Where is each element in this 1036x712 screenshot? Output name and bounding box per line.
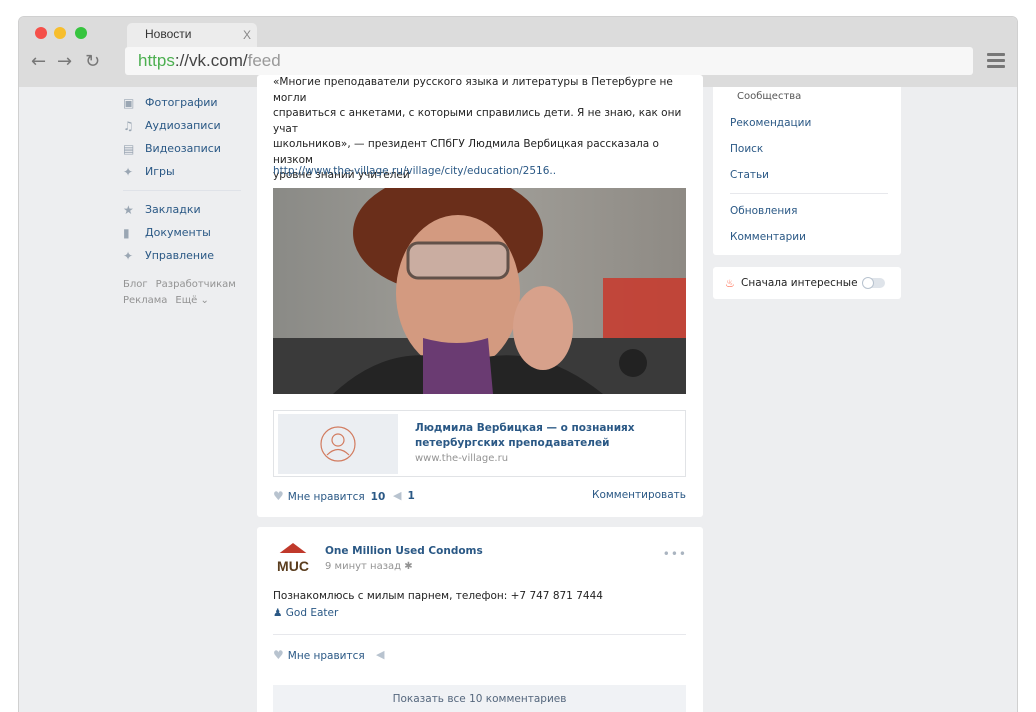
share-button[interactable]: ◀ 1	[393, 489, 415, 502]
comment-button[interactable]: Комментировать	[592, 489, 686, 501]
post-actions: ♥ Мне нравится 10 ◀ 1 Комментировать	[273, 489, 686, 505]
forward-arrow-icon[interactable]: →	[57, 51, 72, 72]
nav-item-manage[interactable]: ✦ Управление	[123, 244, 243, 267]
nav-item-label: Закладки	[145, 203, 201, 216]
nav-item-audio[interactable]: ♫ Аудиозаписи	[123, 114, 243, 137]
left-nav: ▣ Фотографии ♫ Аудиозаписи ▤ Видеозаписи…	[123, 91, 243, 309]
like-count: 10	[370, 491, 386, 503]
right-menu-item-updates[interactable]: Обновления	[730, 205, 797, 217]
signer-name: God Eater	[285, 607, 339, 619]
link-card-domain: www.the-village.ru	[415, 453, 509, 464]
address-bar[interactable]: https://vk.com/feed	[125, 47, 973, 75]
flame-icon: ♨	[725, 277, 735, 290]
nav-item-label: Игры	[145, 165, 175, 178]
megaphone-icon: ◀	[393, 489, 402, 502]
like-button[interactable]: ♥ Мне нравится	[273, 648, 365, 662]
tab-close-icon[interactable]: X	[243, 28, 251, 42]
camera-icon: ▣	[123, 95, 135, 110]
avatar-text: MUC	[277, 558, 309, 574]
interesting-first-toggle-row[interactable]: ♨ Сначала интересные	[713, 267, 901, 299]
nav-item-documents[interactable]: ▮ Документы	[123, 221, 243, 244]
link-card-thumbnail	[278, 414, 398, 474]
author-avatar[interactable]: MUC	[273, 541, 313, 579]
post-time-label: 9 минут назад	[325, 561, 402, 572]
nav-item-label: Видеозаписи	[145, 142, 221, 155]
nav-item-label: Управление	[145, 249, 215, 262]
video-icon: ▤	[123, 141, 135, 156]
like-button[interactable]: ♥ Мне нравится 10	[273, 489, 385, 503]
post-text: Познакомлюсь с милым парнем, телефон: +7…	[273, 590, 603, 602]
right-menu-item-communities[interactable]: Сообщества	[737, 91, 801, 102]
like-label: Мне нравится	[287, 491, 365, 503]
document-icon: ▮	[123, 225, 130, 240]
post-actions: ♥ Мне нравится ◀	[273, 648, 686, 664]
more-options-icon[interactable]: •••	[663, 547, 687, 561]
share-button[interactable]: ◀	[376, 648, 390, 661]
footer-link-ads[interactable]: Реклама	[123, 295, 167, 306]
reload-icon[interactable]: ↻	[85, 51, 100, 72]
close-window-button[interactable]	[35, 27, 47, 39]
post-link[interactable]: http://www.the-village.ru/village/city/e…	[273, 164, 693, 180]
right-menu-divider	[730, 193, 888, 194]
nav-item-label: Фотографии	[145, 96, 218, 109]
footer-link-developers[interactable]: Разработчикам	[156, 279, 236, 290]
nav-item-video[interactable]: ▤ Видеозаписи	[123, 137, 243, 160]
post-divider	[273, 634, 686, 635]
heart-icon: ♥	[273, 648, 284, 662]
toggle-knob	[862, 277, 874, 289]
show-all-comments-button[interactable]: Показать все 10 комментариев	[273, 685, 686, 712]
right-menu-item-search[interactable]: Поиск	[730, 143, 763, 155]
link-card[interactable]: Людмила Вербицкая — о познаниях петербур…	[273, 410, 686, 477]
feed-post: «Многие преподаватели русского языка и л…	[257, 75, 703, 517]
interesting-first-toggle[interactable]	[862, 277, 885, 289]
feed-post: MUC One Million Used Condoms 9 минут наз…	[257, 527, 703, 712]
footer-link-more[interactable]: Ещё ⌄	[175, 295, 208, 306]
user-icon: ♟	[273, 607, 286, 619]
toggle-label: Сначала интересные	[741, 277, 858, 289]
post-author[interactable]: One Million Used Condoms	[325, 545, 483, 557]
post-signer[interactable]: ♟ God Eater	[273, 607, 338, 619]
post-text-line: справиться с анкетами, с которыми справи…	[273, 107, 682, 135]
link-card-title[interactable]: Людмила Вербицкая — о познаниях петербур…	[415, 421, 680, 451]
right-menu-item-articles[interactable]: Статьи	[730, 169, 769, 181]
megaphone-icon: ◀	[376, 648, 385, 661]
footer-links: Блог Разработчикам Реклама Ещё ⌄	[123, 277, 243, 309]
gamepad-icon: ✦	[123, 164, 134, 179]
tab-title: Новости	[145, 27, 192, 41]
nav-item-games[interactable]: ✦ Игры	[123, 160, 243, 183]
post-photo[interactable]	[273, 188, 686, 394]
right-menu: Сообщества Рекомендации Поиск Статьи Обн…	[713, 87, 901, 255]
browser-menu-icon[interactable]	[987, 53, 1005, 68]
post-time[interactable]: 9 минут назад ✱	[325, 561, 413, 572]
nav-item-bookmarks[interactable]: ★ Закладки	[123, 198, 243, 221]
star-icon: ★	[123, 202, 134, 217]
back-arrow-icon[interactable]: ←	[31, 51, 46, 72]
right-menu-item-recommendations[interactable]: Рекомендации	[730, 117, 811, 129]
user-placeholder-icon	[320, 426, 356, 462]
right-menu-item-comments[interactable]: Комментарии	[730, 231, 806, 243]
music-icon: ♫	[123, 118, 134, 133]
footer-link-blog[interactable]: Блог	[123, 279, 148, 290]
url-path: feed	[247, 51, 281, 70]
nav-divider	[123, 190, 241, 191]
maximize-window-button[interactable]	[75, 27, 87, 39]
url-scheme: https	[138, 51, 175, 70]
heart-icon: ♥	[273, 489, 284, 503]
browser-tab[interactable]: Новости X	[127, 23, 257, 47]
minimize-window-button[interactable]	[54, 27, 66, 39]
gamepad-icon: ✦	[123, 248, 134, 263]
nav-item-photos[interactable]: ▣ Фотографии	[123, 91, 243, 114]
url-host: ://vk.com/	[174, 51, 248, 70]
browser-window: Новости X ← → ↻ https://vk.com/feed ▣ Фо…	[18, 16, 1018, 712]
share-count: 1	[407, 490, 415, 502]
android-icon: ✱	[404, 561, 413, 572]
like-label: Мне нравится	[287, 650, 365, 662]
nav-item-label: Аудиозаписи	[145, 119, 221, 132]
post-text-line: «Многие преподаватели русского языка и л…	[273, 76, 673, 104]
nav-item-label: Документы	[145, 226, 211, 239]
